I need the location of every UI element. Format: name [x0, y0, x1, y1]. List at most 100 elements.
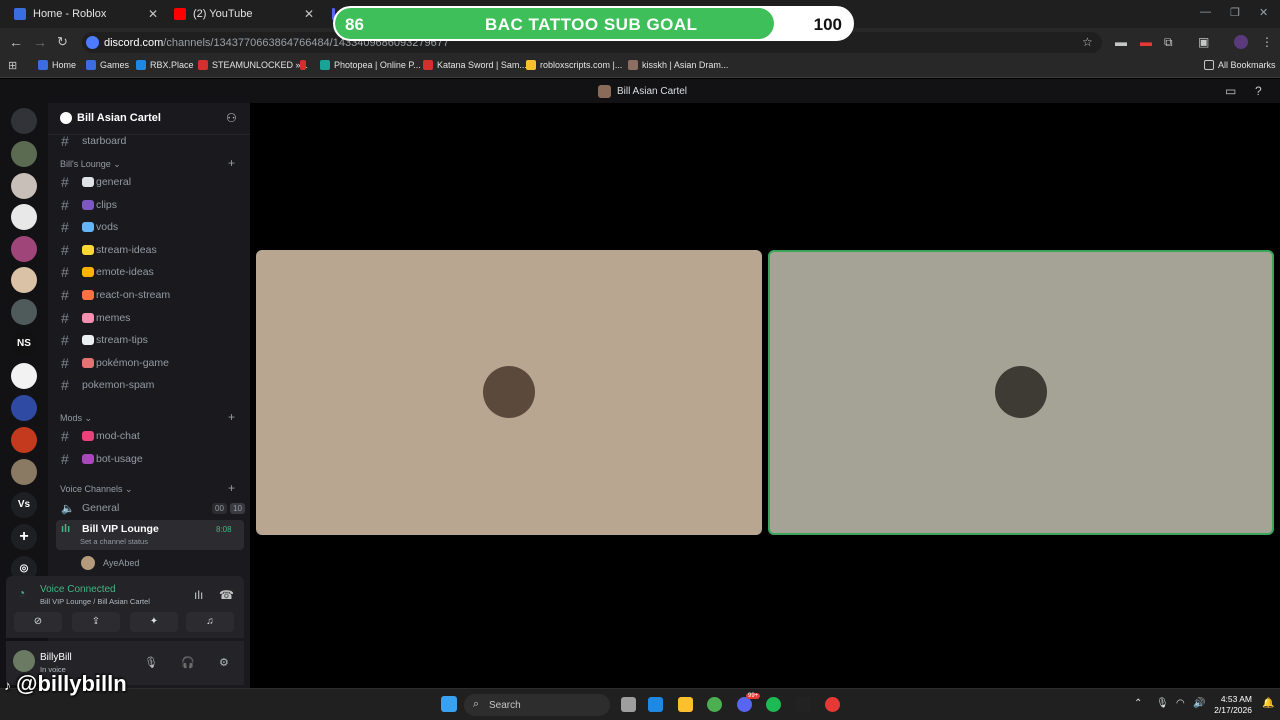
server-header[interactable]: Bill Asian Cartel ⚇ [48, 103, 250, 135]
server-icon[interactable] [11, 459, 37, 485]
chevron-up-icon[interactable]: ⌃ [1134, 698, 1142, 709]
user-avatar[interactable] [13, 650, 35, 672]
store-icon[interactable] [648, 697, 663, 712]
tab-youtube[interactable]: (2) YouTube ✕ [164, 3, 320, 25]
headphones-icon[interactable]: 🎧 [181, 656, 195, 669]
channel-pok-mon-game[interactable]: # pokémon-game [56, 353, 244, 373]
close-window-icon[interactable]: ✕ [1259, 6, 1268, 19]
close-icon[interactable]: ✕ [148, 7, 158, 21]
puzzle-icon[interactable]: ⧉ [1164, 35, 1173, 50]
file-explorer-icon[interactable] [678, 697, 693, 712]
maximize-icon[interactable]: ❐ [1230, 6, 1240, 19]
mic-tray-icon[interactable]: 🎙 [1156, 698, 1169, 709]
chrome-icon[interactable] [707, 697, 722, 712]
wifi-icon[interactable]: ◠ [1176, 698, 1185, 709]
server-icon[interactable] [11, 267, 37, 293]
bookmark-home[interactable]: Home [38, 60, 76, 70]
mic-icon[interactable]: 🎙 [144, 656, 158, 669]
voice-channel-bill-vip-lounge[interactable]: ılı Bill VIP Lounge 8:08 Set a channel s… [56, 520, 244, 550]
noise-suppression-icon[interactable]: ılı [194, 588, 203, 602]
server-vs[interactable]: Vs [11, 492, 37, 518]
channel-clips[interactable]: # clips [56, 195, 244, 215]
voice-channel-general[interactable]: 🔈 General 00 10 [56, 498, 245, 518]
back-icon[interactable]: ← [9, 34, 23, 50]
create-channel-icon[interactable]: + [228, 410, 235, 424]
star-icon[interactable]: ☆ [1082, 35, 1093, 49]
channel-bot-usage[interactable]: # bot-usage [56, 449, 244, 469]
bookmark-kisskh[interactable]: kisskh | Asian Dram... [628, 60, 728, 70]
channel-emote-ideas[interactable]: # emote-ideas [56, 262, 244, 282]
minimize-icon[interactable]: — [1200, 6, 1211, 18]
channel-memes[interactable]: # memes [56, 308, 244, 328]
apps-icon[interactable]: ⊞ [8, 59, 17, 72]
camera-button[interactable]: ⊘ [14, 612, 62, 632]
server-icon[interactable] [11, 299, 37, 325]
taskbar-search[interactable]: ⌕ Search [464, 694, 610, 716]
close-icon[interactable]: ✕ [304, 7, 314, 21]
server-bill-asian-cartel[interactable] [11, 141, 37, 167]
activities-button[interactable]: ✦ [130, 612, 178, 632]
channel-react-on-stream[interactable]: # react-on-stream [56, 285, 244, 305]
extension-red-icon[interactable]: ▬ [1140, 35, 1152, 49]
site-info-icon[interactable] [86, 36, 99, 49]
screenshare-button[interactable]: ⇪ [72, 612, 120, 632]
category-bills-lounge[interactable]: Bill's Lounge ⌄ [60, 159, 121, 170]
bookmark-unnamed[interactable] [300, 60, 310, 70]
disconnect-icon[interactable]: ☎ [219, 588, 234, 602]
settings-gear-icon[interactable]: ⚙ [219, 656, 229, 669]
bookmark-photopea[interactable]: Photopea | Online P... [320, 60, 421, 70]
server-icon[interactable] [11, 363, 37, 389]
spotify-icon[interactable] [766, 697, 781, 712]
channel-starboard[interactable]: # starboard [56, 135, 244, 147]
mouse-icon[interactable] [621, 697, 636, 712]
extension-icon[interactable]: ▬ [1115, 35, 1127, 49]
notifications-icon[interactable]: 🔔 [1262, 698, 1274, 709]
dm-home-icon[interactable] [11, 108, 37, 134]
channel-stream-tips[interactable]: # stream-tips [56, 330, 244, 350]
channel-pokemon-spam[interactable]: # pokemon-spam [56, 375, 244, 395]
all-bookmarks[interactable]: All Bookmarks [1204, 60, 1276, 70]
server-icon[interactable] [11, 395, 37, 421]
inbox-icon[interactable]: ▭ [1225, 84, 1236, 98]
participant-tile[interactable] [256, 250, 762, 535]
tab-roblox[interactable]: Home - Roblox ✕ [4, 3, 164, 25]
create-channel-icon[interactable]: + [228, 156, 235, 170]
bookmark-steamunlocked[interactable]: STEAMUNLOCKED »... [198, 60, 308, 70]
channel-vods[interactable]: # vods [56, 217, 244, 237]
category-voice-channels[interactable]: Voice Channels ⌄ [60, 484, 133, 495]
add-server-icon[interactable]: + [11, 524, 37, 550]
volume-icon[interactable]: 🔊 [1193, 698, 1205, 709]
invite-icon[interactable]: ⚇ [226, 111, 237, 125]
server-ns[interactable]: NS [11, 331, 37, 357]
bookmark-katana[interactable]: Katana Sword | Sam... [423, 60, 527, 70]
bookmark-rbxplace[interactable]: RBX.Place [136, 60, 194, 70]
opera-icon[interactable] [825, 697, 840, 712]
category-mods[interactable]: Mods ⌄ [60, 413, 92, 424]
server-icon[interactable] [11, 173, 37, 199]
server-icon[interactable] [11, 236, 37, 262]
help-icon[interactable]: ? [1255, 84, 1262, 98]
participant-tile-speaking[interactable] [768, 250, 1274, 535]
screenshot-icon[interactable]: ▣ [1198, 35, 1209, 49]
server-icon[interactable] [11, 204, 37, 230]
channel-stream-ideas[interactable]: # stream-ideas [56, 240, 244, 260]
discord-taskbar-icon[interactable] [737, 697, 752, 712]
create-channel-icon[interactable]: + [228, 481, 235, 495]
voice-member[interactable]: AyeAbed [76, 553, 250, 573]
channel-mod-chat[interactable]: # mod-chat [56, 426, 244, 446]
server-icon[interactable] [11, 427, 37, 453]
reload-icon[interactable]: ↻ [57, 34, 68, 50]
channel-general[interactable]: # general [56, 172, 244, 192]
forward-icon[interactable]: → [33, 34, 47, 50]
signal-icon[interactable]: ◔ [18, 586, 25, 600]
app-icon[interactable] [796, 697, 811, 712]
profile-avatar[interactable] [1234, 35, 1248, 49]
channel-status[interactable]: Set a channel status [80, 537, 148, 546]
bookmark-games[interactable]: Games [86, 60, 129, 70]
soundboard-button[interactable]: ♫ [186, 612, 234, 632]
voice-location[interactable]: Bill VIP Lounge / Bill Asian Cartel [40, 597, 150, 606]
windows-start-icon[interactable] [441, 696, 457, 712]
bookmark-robloxscripts[interactable]: robloxscripts.com |... [526, 60, 622, 70]
taskbar-clock[interactable]: 4:53 AM 2/17/2026 [1212, 694, 1252, 716]
menu-icon[interactable]: ⋮ [1261, 35, 1273, 49]
